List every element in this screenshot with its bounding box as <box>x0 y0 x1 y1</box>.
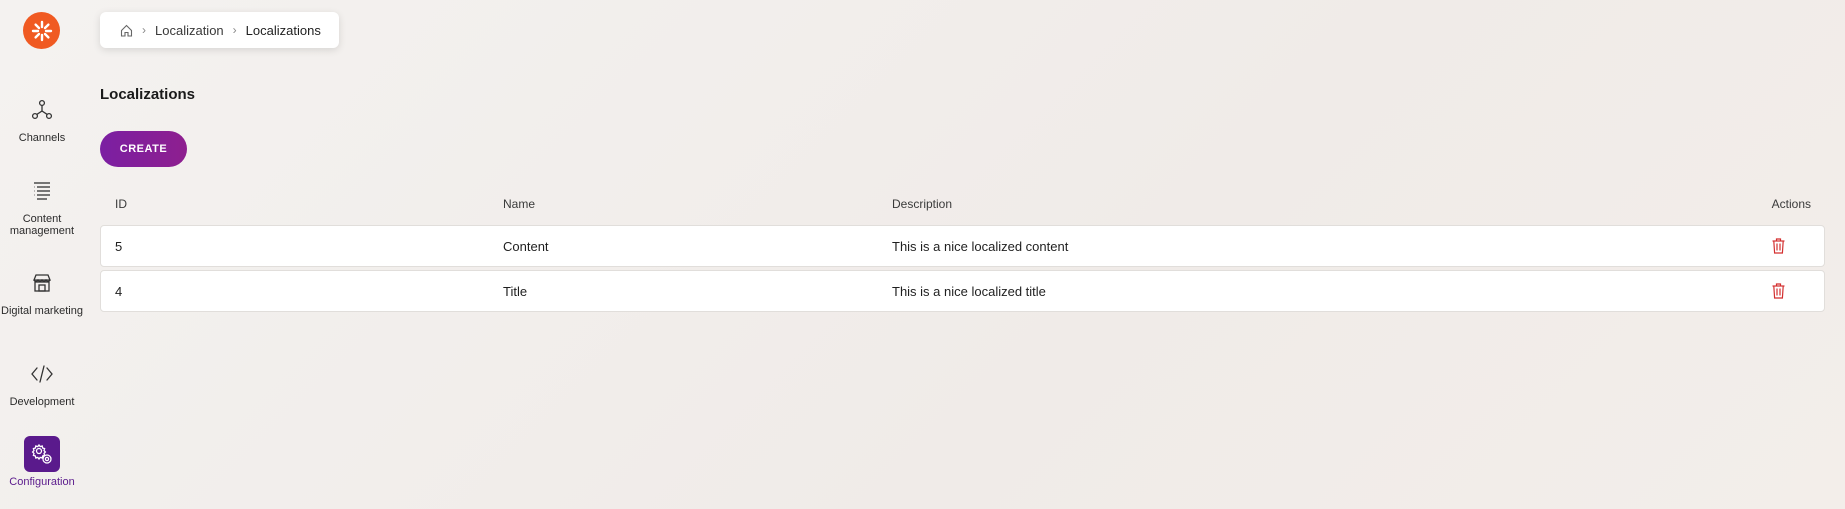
sidebar-item-label: Digital marketing <box>1 305 83 317</box>
sidebar-item-digital-marketing[interactable]: Digital marketing <box>0 265 84 317</box>
column-header-name[interactable]: Name <box>503 197 535 211</box>
sidebar: Channels Content management Digital mark… <box>0 0 84 509</box>
cell-description: This is a nice localized title <box>892 284 1046 299</box>
content-management-icon <box>24 173 60 209</box>
column-header-description[interactable]: Description <box>892 197 952 211</box>
logo-icon <box>31 20 52 41</box>
column-header-actions: Actions <box>1771 197 1811 211</box>
page-title: Localizations <box>100 86 196 103</box>
sidebar-item-channels[interactable]: Channels <box>0 92 84 144</box>
gear-icon <box>24 436 60 472</box>
table-row[interactable]: 4 Title This is a nice localized title <box>100 270 1825 312</box>
cell-name: Title <box>503 284 528 299</box>
home-icon[interactable] <box>120 24 133 37</box>
sidebar-item-label: Channels <box>18 132 66 144</box>
app: Channels Content management Digital mark… <box>0 0 1845 509</box>
delete-icon[interactable] <box>1772 283 1788 300</box>
table-row[interactable]: 5 Content This is a nice localized conte… <box>100 225 1825 267</box>
delete-icon[interactable] <box>1772 238 1788 255</box>
cell-name: Content <box>503 239 549 254</box>
create-button[interactable]: CREATE <box>100 131 187 167</box>
chevron-right-icon: › <box>232 23 237 37</box>
breadcrumb: › Localization › Localizations <box>100 12 339 48</box>
cell-id: 4 <box>115 284 123 299</box>
table-header: ID Name Description Actions <box>100 194 1825 214</box>
sidebar-item-configuration[interactable]: Configuration <box>0 436 84 488</box>
code-icon <box>24 356 60 392</box>
sidebar-item-label: Development <box>9 396 75 408</box>
sidebar-item-label: Configuration <box>9 476 75 488</box>
channels-icon <box>24 92 60 128</box>
sidebar-item-label: Content management <box>9 213 75 237</box>
column-header-id[interactable]: ID <box>115 197 127 211</box>
digital-marketing-icon <box>24 265 60 301</box>
cell-id: 5 <box>115 239 123 254</box>
breadcrumb-item-localization[interactable]: Localization <box>155 23 224 38</box>
sidebar-item-content-management[interactable]: Content management <box>0 173 84 237</box>
kentico-logo[interactable] <box>23 12 60 49</box>
chevron-right-icon: › <box>142 23 146 37</box>
cell-description: This is a nice localized content <box>892 239 1069 254</box>
sidebar-item-development[interactable]: Development <box>0 356 84 408</box>
breadcrumb-item-localizations: Localizations <box>245 22 321 38</box>
